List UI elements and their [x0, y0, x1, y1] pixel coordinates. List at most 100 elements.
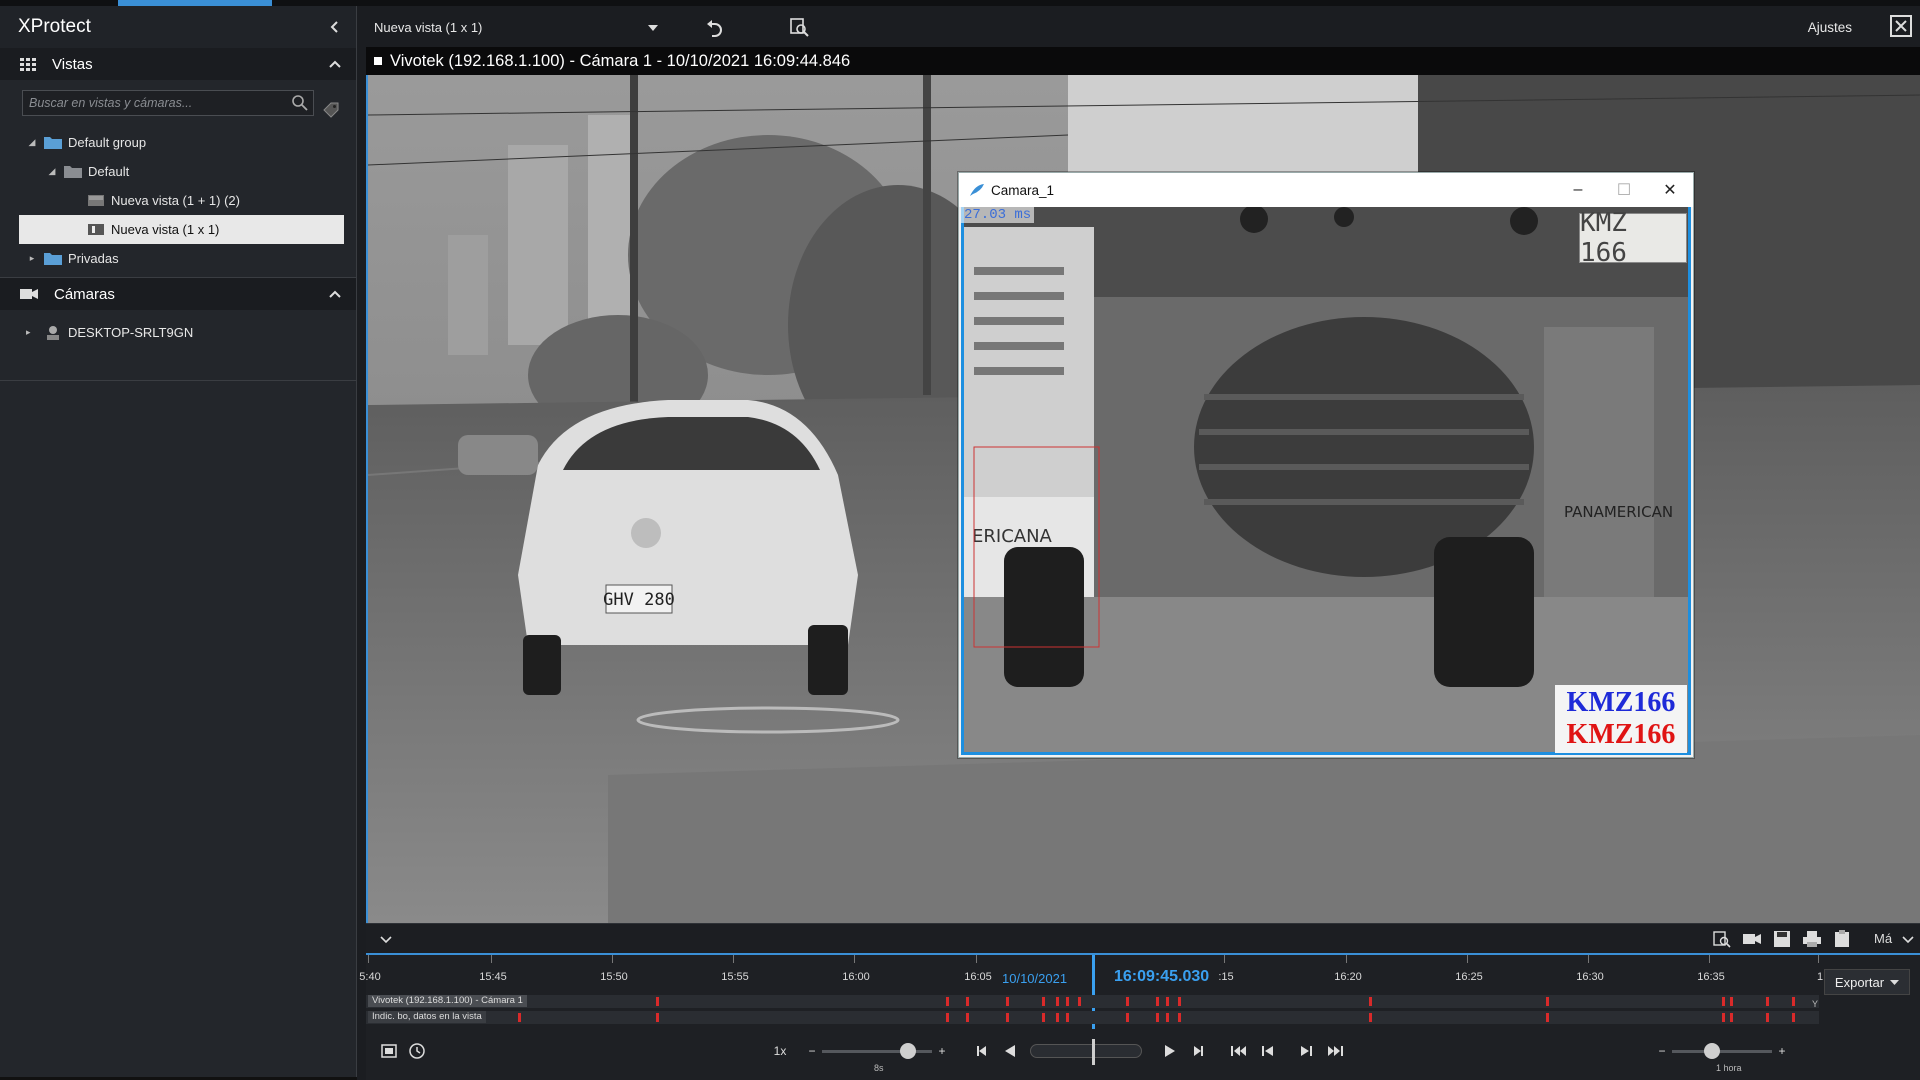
play-icon[interactable] [1162, 1041, 1178, 1061]
event-marker[interactable] [966, 997, 969, 1006]
views-tree: ◢ Default group ◢ Default Nueva vista (1… [0, 128, 356, 273]
close-button[interactable]: ✕ [1647, 173, 1693, 207]
event-marker[interactable] [656, 1013, 659, 1022]
chevron-left-icon[interactable] [324, 16, 346, 38]
print-icon[interactable] [1802, 930, 1822, 948]
tree-item-privadas[interactable]: ▸ Privadas [0, 244, 356, 273]
camera-video-feed[interactable]: GHV 280 Camara_1 – ☐ ✕ ERICANA PANAMERIC… [366, 75, 1920, 923]
maximize-button[interactable]: ☐ [1601, 173, 1647, 207]
event-marker[interactable] [946, 1013, 949, 1022]
undo-view-icon[interactable] [704, 16, 726, 38]
event-marker[interactable] [1078, 997, 1081, 1006]
timeline-zoom-track[interactable] [1672, 1050, 1772, 1053]
more-button[interactable]: Má [1874, 931, 1892, 946]
views-section-header[interactable]: Vistas [0, 48, 356, 80]
event-marker[interactable] [656, 997, 659, 1006]
speed-increase-button[interactable]: + [936, 1041, 948, 1061]
go-to-start-icon[interactable] [1230, 1041, 1248, 1061]
expand-arrow-icon[interactable]: ◢ [46, 166, 58, 177]
feather-icon [970, 184, 984, 196]
event-marker[interactable] [1792, 1013, 1795, 1022]
timeline-zoom-knob[interactable] [1704, 1043, 1720, 1059]
settings-button[interactable]: Ajustes [1808, 20, 1852, 35]
step-forward-icon[interactable] [1190, 1041, 1206, 1061]
zoom-in-button[interactable]: + [1776, 1041, 1788, 1061]
clipboard-icon[interactable] [1832, 930, 1852, 948]
timeline-track-indicators[interactable]: Indic. bo, datos en la vista [366, 1011, 1819, 1024]
tree-item-default-group[interactable]: ◢ Default group [0, 128, 356, 157]
expand-arrow-icon[interactable]: ▸ [26, 327, 38, 338]
search-input[interactable] [23, 96, 273, 110]
event-marker[interactable] [1730, 1013, 1733, 1022]
event-marker[interactable] [1042, 1013, 1045, 1022]
tree-item-default[interactable]: ◢ Default [0, 157, 356, 186]
export-button[interactable]: Exportar [1824, 969, 1910, 995]
event-marker[interactable] [1178, 997, 1181, 1006]
chevron-down-icon[interactable] [376, 930, 396, 948]
event-marker[interactable] [1006, 1013, 1009, 1022]
popup-title-bar[interactable]: Camara_1 – ☐ ✕ [959, 173, 1693, 207]
event-marker[interactable] [1166, 1013, 1169, 1022]
timeline-track-camera[interactable]: Vivotek (192.168.1.100) - Cámara 1 [366, 995, 1819, 1008]
clock-icon[interactable] [408, 1041, 426, 1061]
event-marker[interactable] [1730, 997, 1733, 1006]
event-marker[interactable] [1156, 997, 1159, 1006]
event-marker[interactable] [1766, 1013, 1769, 1022]
previous-sequence-icon[interactable] [1260, 1041, 1276, 1061]
jog-shuttle[interactable] [1030, 1044, 1142, 1058]
chevron-up-icon[interactable] [328, 289, 342, 299]
save-icon[interactable] [1772, 930, 1792, 948]
camera-title-bar[interactable]: Vivotek (192.168.1.100) - Cámara 1 - 10/… [366, 47, 1920, 75]
event-marker[interactable] [1066, 1013, 1069, 1022]
event-marker[interactable] [1178, 1013, 1181, 1022]
chevron-down-icon[interactable] [1898, 930, 1918, 948]
timeline-tick-label: 15:55 [721, 971, 749, 983]
zoom-out-button[interactable]: − [1656, 1041, 1668, 1061]
event-marker[interactable] [1546, 997, 1549, 1006]
event-marker[interactable] [1766, 997, 1769, 1006]
minimize-button[interactable]: – [1555, 173, 1601, 207]
cameras-section-header[interactable]: Cámaras [0, 278, 356, 310]
event-marker[interactable] [1156, 1013, 1159, 1022]
event-marker[interactable] [518, 1013, 521, 1022]
view-select[interactable]: Nueva vista (1 x 1) [366, 14, 666, 42]
tree-item-view-1plus1[interactable]: Nueva vista (1 + 1) (2) [0, 186, 356, 215]
speed-decrease-button[interactable]: − [806, 1041, 818, 1061]
event-marker[interactable] [1166, 997, 1169, 1006]
expand-arrow-icon[interactable]: ◢ [26, 137, 38, 148]
speed-slider-knob[interactable] [900, 1043, 916, 1059]
tree-item-label: Default [88, 164, 130, 179]
tag-icon[interactable] [322, 101, 340, 119]
stop-icon[interactable] [380, 1041, 398, 1061]
event-marker[interactable] [1056, 1013, 1059, 1022]
event-marker[interactable] [1056, 997, 1059, 1006]
event-marker[interactable] [1126, 1013, 1129, 1022]
tree-item-view-1x1[interactable]: Nueva vista (1 x 1) [19, 215, 344, 244]
event-marker[interactable] [1369, 997, 1372, 1006]
step-back-icon[interactable] [974, 1041, 990, 1061]
go-to-end-icon[interactable] [1326, 1041, 1344, 1061]
event-marker[interactable] [1722, 997, 1725, 1006]
chevron-up-icon[interactable] [328, 59, 342, 69]
expand-arrow-icon[interactable]: ▸ [26, 253, 38, 264]
event-marker[interactable] [1792, 997, 1795, 1006]
search-icon[interactable] [291, 94, 309, 112]
event-marker[interactable] [1546, 1013, 1549, 1022]
event-marker[interactable] [1066, 997, 1069, 1006]
zoom-search-icon[interactable] [1712, 930, 1732, 948]
event-marker[interactable] [1126, 997, 1129, 1006]
event-marker[interactable] [1369, 1013, 1372, 1022]
next-sequence-icon[interactable] [1298, 1041, 1314, 1061]
popup-video[interactable]: ERICANA PANAMERICAN [961, 207, 1691, 755]
event-marker[interactable] [1006, 997, 1009, 1006]
search-view-icon[interactable] [788, 16, 810, 38]
event-marker[interactable] [1042, 997, 1045, 1006]
play-reverse-icon[interactable] [1002, 1041, 1018, 1061]
event-marker[interactable] [1722, 1013, 1725, 1022]
event-marker[interactable] [946, 997, 949, 1006]
event-marker[interactable] [966, 1013, 969, 1022]
jog-shuttle-handle[interactable] [1092, 1039, 1095, 1065]
camera-tree-item[interactable]: ▸ DESKTOP-SRLT9GN [0, 318, 356, 347]
camera-record-icon[interactable] [1742, 930, 1762, 948]
fullscreen-icon[interactable] [1890, 15, 1912, 37]
